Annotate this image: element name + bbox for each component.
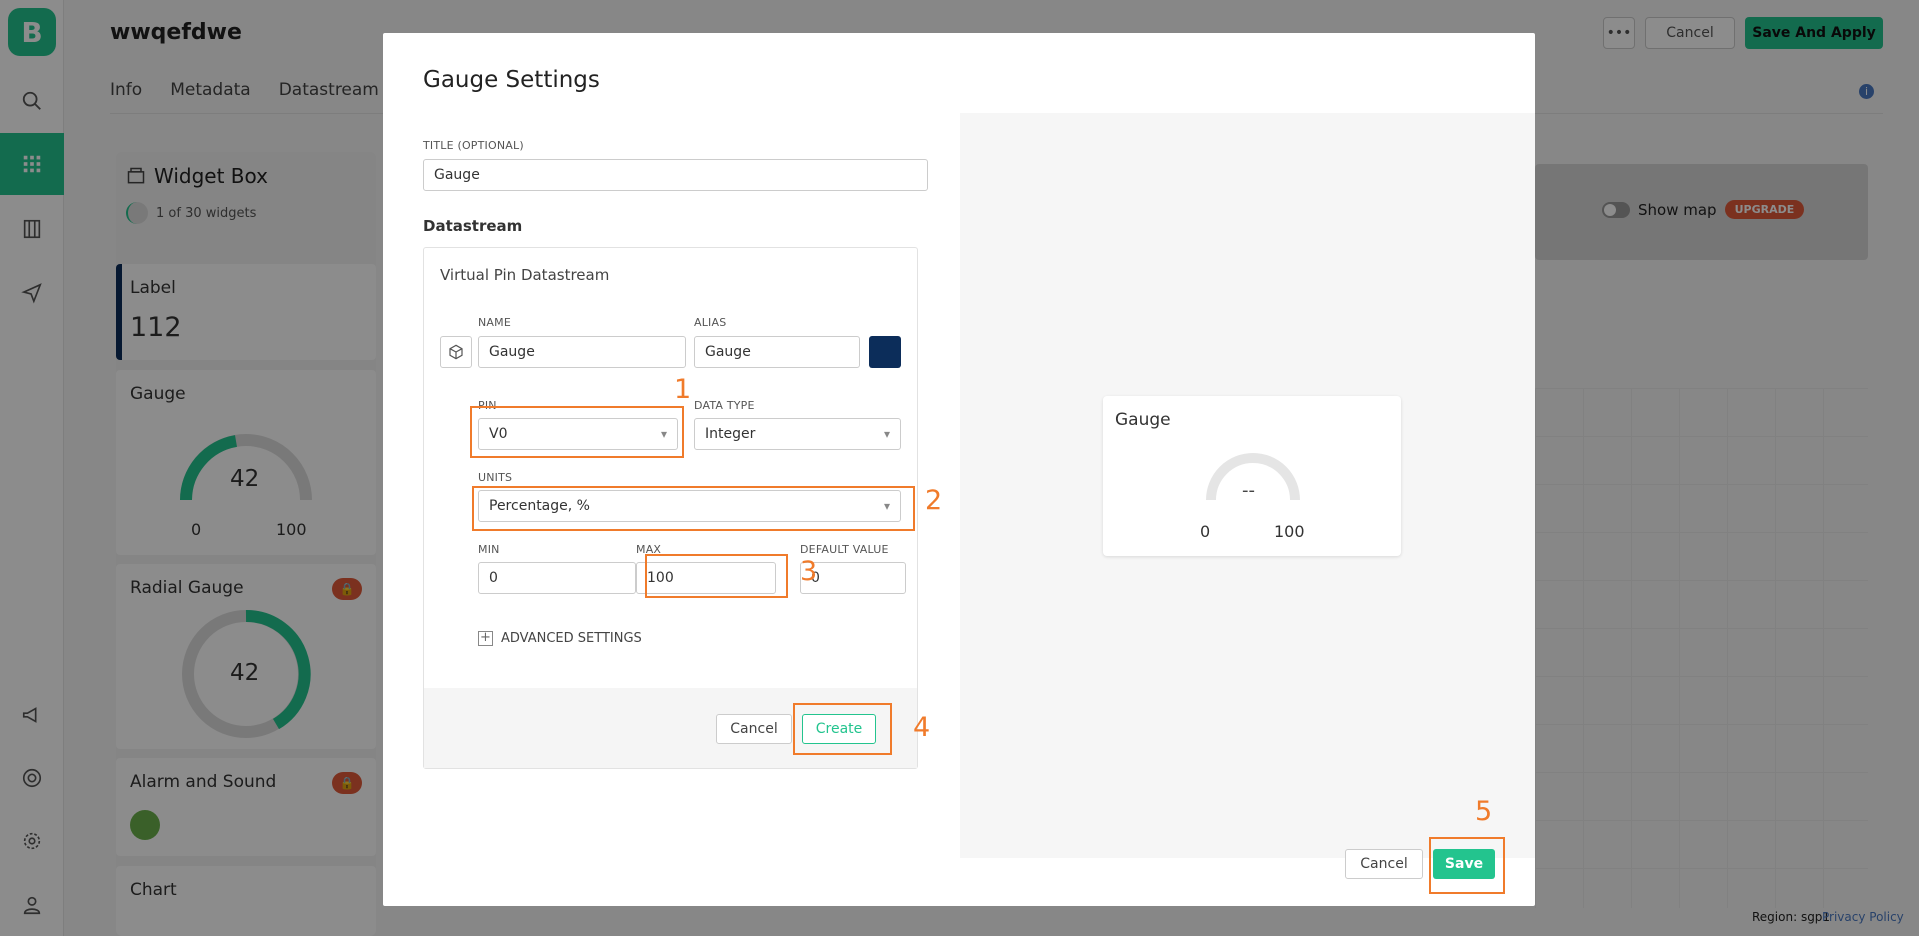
advanced-settings-toggle[interactable]: + ADVANCED SETTINGS [478, 631, 642, 646]
title-field-label: TITLE (OPTIONAL) [423, 139, 524, 152]
plus-icon: + [478, 631, 493, 646]
name-label: NAME [478, 316, 511, 329]
annotation-box-units [472, 486, 915, 531]
preview-min: 0 [1200, 522, 1211, 541]
datatype-label: DATA TYPE [694, 399, 755, 412]
annotation-number: 1 [674, 374, 692, 405]
name-input[interactable]: Gauge [478, 336, 686, 368]
modal-cancel-button[interactable]: Cancel [1345, 849, 1423, 879]
annotation-box-pin [470, 406, 684, 458]
preview-title: Gauge [1115, 410, 1171, 430]
color-picker[interactable] [869, 336, 901, 368]
alias-input[interactable]: Gauge [694, 336, 860, 368]
datatype-select[interactable]: Integer ▾ [694, 418, 901, 450]
cube-icon[interactable] [440, 336, 472, 368]
advanced-settings-label: ADVANCED SETTINGS [501, 631, 642, 646]
units-label: UNITS [478, 471, 513, 484]
chevron-down-icon: ▾ [883, 427, 890, 441]
annotation-number: 2 [925, 485, 943, 516]
min-input[interactable]: 0 [478, 562, 636, 594]
preview-value: -- [1242, 480, 1255, 501]
datastream-heading: Datastream [423, 217, 523, 235]
gauge-preview: Gauge -- 0 100 [1103, 396, 1401, 556]
annotation-number: 4 [913, 712, 931, 743]
datastream-card-title: Virtual Pin Datastream [440, 266, 610, 284]
default-label: DEFAULT VALUE [800, 543, 889, 556]
annotation-box-max [645, 554, 788, 598]
datatype-value: Integer [705, 426, 756, 442]
gauge-settings-modal: Gauge Settings TITLE (OPTIONAL) Gauge Da… [383, 33, 1535, 906]
annotation-box-save [1429, 837, 1505, 894]
preview-max: 100 [1274, 522, 1305, 541]
min-label: MIN [478, 543, 500, 556]
modal-title: Gauge Settings [423, 67, 600, 93]
alias-label: ALIAS [694, 316, 727, 329]
title-input[interactable]: Gauge [423, 159, 928, 191]
card-cancel-button[interactable]: Cancel [716, 714, 792, 744]
annotation-number: 5 [1475, 796, 1493, 827]
annotation-box-create [793, 703, 892, 755]
annotation-number: 3 [800, 556, 818, 587]
